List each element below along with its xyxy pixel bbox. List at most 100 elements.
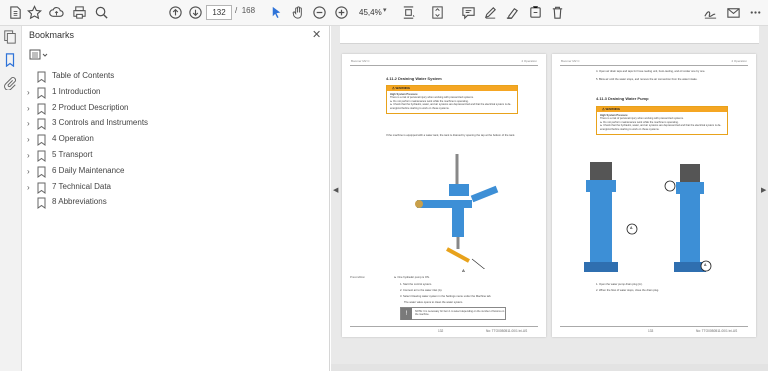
precondition-text: ► One hydraulic pump is ON. [394,276,430,279]
search-icon[interactable] [92,3,110,21]
section-title: 4.11.2 Draining Water System [386,76,442,81]
zoom-in-icon[interactable] [332,3,350,21]
viewer-bottom-edge [331,364,768,371]
header-rule [560,65,748,66]
bookmark-item[interactable]: Table of Contents [22,69,330,85]
highlight-icon[interactable] [503,3,521,21]
bookmark-icon [37,87,46,99]
navigation-rail [0,26,22,371]
bookmarks-panel: Bookmarks ✕ Table of Contents › 1 Introduc… [22,26,330,371]
chevron-right-icon[interactable]: › [27,183,35,192]
bookmark-label: 2 Product Description [52,102,129,112]
bookmark-icon [37,166,46,178]
delete-icon[interactable] [548,3,566,21]
bookmark-item[interactable]: › 3 Controls and Instruments [22,116,330,132]
bookmark-item[interactable]: › 7 Technical Data [22,180,330,196]
chevron-right-icon[interactable]: › [27,119,35,128]
bookmarks-title: Bookmarks [29,30,75,40]
bookmark-item[interactable]: › 5 Transport [22,148,330,164]
bookmark-item[interactable]: › 6 Daily Maintenance [22,164,330,180]
page-left-arrow-icon[interactable]: ◀ [333,186,338,194]
next-page-icon[interactable] [186,3,204,21]
step-3-result: The water valve opens to clean the water… [404,301,464,304]
sign-icon[interactable] [701,3,719,21]
bookmark-label: 3 Controls and Instruments [52,118,149,128]
chevron-right-icon[interactable]: › [27,104,35,113]
bookmark-icon [37,150,46,162]
home-icon[interactable] [6,3,24,21]
previous-page-bottom [340,26,759,44]
bookmark-icon [37,197,46,210]
warning-box: ⚠ WARNING High System Pressure There is … [596,106,728,135]
step-2: 2. Connect air to the water inlet (A). [400,289,443,292]
step-5: 5. Blow air until the water stops, and r… [596,78,698,81]
page-footer-docnum: No: TTO00B0511.00/1 ini-US [696,329,738,333]
bookmark-options-button[interactable] [29,48,49,62]
mail-icon[interactable] [724,3,742,21]
bookmark-icon [37,182,46,194]
print-icon[interactable] [70,3,88,21]
hand-tool-icon[interactable] [289,3,307,21]
previous-page-icon[interactable] [166,3,184,21]
page-thumbnails-icon[interactable] [3,30,19,46]
page-132: Boomer M2 C 4 Operation 4.11.2 Draining … [342,54,546,337]
section-title: 4.11.3 Draining Water Pump [596,96,649,101]
warning-label-text: WARNING [605,107,621,111]
callout-b: A [704,263,707,267]
footer-rule [350,326,538,327]
close-icon[interactable]: ✕ [312,28,321,41]
chevron-right-icon[interactable]: › [27,88,35,97]
bookmark-label: 1 Introduction [52,86,101,96]
step-2: 2. When the flow of water stops, close t… [596,289,660,292]
bookmark-item[interactable]: › 1 Introduction [22,85,330,101]
main-toolbar: 132 / 168 45,4% ▾ [0,0,768,26]
page-total-number: 168 [241,6,256,15]
zoom-level-select[interactable]: 45,4% [353,5,395,20]
info-icon: ! [401,308,412,320]
page-footer-docnum: No: TTO00B0511.00/1 ini-US [486,329,528,333]
page-footer-number: 133 [648,329,654,333]
document-viewer[interactable]: ◀ ▶ Boomer M2 C 4 Operation 4.11.2 Drain… [331,26,768,371]
bookmark-label: Table of Contents [52,71,115,80]
bookmark-label: 7 Technical Data [52,181,111,191]
bookmark-icon [37,71,46,83]
cloud-upload-icon[interactable] [47,3,65,21]
bookmark-item[interactable]: › 2 Product Description [22,101,330,117]
step-1: 1. Open the water pump drain plug (A). [596,283,643,286]
warning-box: ⚠ WARNING High System Pressure There is … [386,85,518,114]
header-rule [350,65,538,66]
bookmark-label: 6 Daily Maintenance [52,165,125,175]
step-1: 1. Start the control system. [400,283,432,286]
warning-body: High System Pressure There is a risk of … [387,91,517,112]
stamp-icon[interactable] [526,3,544,21]
chevron-down-icon[interactable]: ▾ [383,6,387,14]
attachments-icon[interactable] [3,76,19,92]
page-header-left: Boomer M2 C [561,59,580,63]
step-4: 4. Open air drain taps and taps for hose… [596,70,706,73]
select-cursor-icon[interactable] [267,3,285,21]
page-header-right: 4 Operation [731,59,747,63]
scroll-mode-icon[interactable] [428,3,446,21]
water-tank-valve-illustration [415,154,499,269]
pen-icon[interactable] [481,3,499,21]
water-pump-illustration [584,162,712,272]
bookmark-label: 5 Transport [52,150,93,159]
bookmark-star-icon[interactable] [25,3,43,21]
chevron-right-icon[interactable]: › [27,167,35,176]
zoom-out-icon[interactable] [310,3,328,21]
more-options-icon[interactable] [746,3,764,21]
page-number-input[interactable]: 132 [206,5,232,20]
chevron-right-icon[interactable]: › [27,135,35,144]
bookmark-icon [37,134,46,147]
bookmark-label: 8 Abbreviations [52,197,107,207]
chevron-right-icon[interactable]: › [27,151,35,160]
fit-page-icon[interactable] [399,3,417,21]
bookmark-item[interactable]: 8 Abbreviations [22,195,330,211]
intro-text: If the machine is equipped with a water … [386,134,516,137]
comment-icon[interactable] [459,3,477,21]
bookmarks-panel-icon[interactable] [3,53,19,69]
page-133: Boomer M2 C 4 Operation 4. Open air drai… [552,54,756,337]
bookmark-item[interactable]: › 4 Operation [22,132,330,148]
page-total: / 168 [235,6,255,15]
page-right-arrow-icon[interactable]: ▶ [761,186,766,194]
